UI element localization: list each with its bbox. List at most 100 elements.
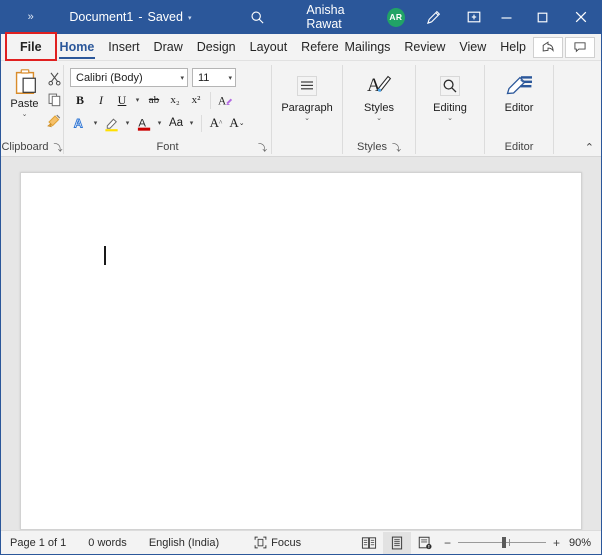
tab-design[interactable]: Design <box>190 34 243 60</box>
paste-button[interactable]: Paste ⌄ <box>5 67 45 130</box>
clear-formatting-button[interactable]: A <box>215 90 235 110</box>
comments-icon[interactable] <box>565 36 595 58</box>
bold-button[interactable]: B <box>70 90 90 110</box>
copy-icon <box>48 93 60 107</box>
styles-label-text: Styles <box>357 141 387 153</box>
tab-file[interactable]: File <box>9 34 53 60</box>
document-title[interactable]: Document1 - Saved ▾ <box>69 10 191 24</box>
shrink-font-button[interactable]: A ⌄ <box>227 113 247 133</box>
pen-ink-icon[interactable] <box>419 3 448 31</box>
underline-button[interactable]: U <box>112 90 132 110</box>
chevron-down-icon[interactable]: ▾ <box>132 90 143 110</box>
tab-draw[interactable]: Draw <box>147 34 190 60</box>
minimize-button[interactable] <box>488 0 524 34</box>
share-icon[interactable] <box>533 36 563 58</box>
clear-formatting-icon: A <box>217 95 232 107</box>
editing-label: Editing <box>433 102 467 114</box>
styles-button[interactable]: A Styles ⌄ <box>348 64 410 122</box>
editor-label-text: Editor <box>504 141 534 153</box>
editor-label: Editor <box>504 102 534 114</box>
format-painter-button[interactable] <box>45 111 64 130</box>
editing-button[interactable]: Editing ⌄ <box>419 64 481 122</box>
chevron-down-icon[interactable]: ▾ <box>122 113 133 133</box>
read-mode-button[interactable] <box>355 532 383 554</box>
chevron-down-icon[interactable]: ▾ <box>90 113 101 133</box>
font-size-combo[interactable]: 11 ▾ <box>192 68 236 87</box>
editor-button[interactable]: Editor <box>488 64 550 114</box>
chevron-down-icon[interactable]: ⌄ <box>22 111 28 118</box>
user-account[interactable]: Anisha Rawat AR <box>306 3 405 31</box>
chevron-down-icon[interactable]: ⌄ <box>447 115 453 122</box>
font-mini-divider-2 <box>201 114 202 132</box>
close-button[interactable] <box>561 0 601 34</box>
font-dialog-launcher[interactable]: ⤵ <box>258 141 267 154</box>
strikethrough-button[interactable]: ab <box>144 90 164 110</box>
chevron-down-icon[interactable]: ▾ <box>188 14 192 22</box>
italic-button[interactable]: I <box>91 90 111 110</box>
editor-group-label: Editor <box>485 138 553 156</box>
chevron-down-icon[interactable]: ⌄ <box>304 115 310 122</box>
ribbon-group-editor: Editor Editor <box>485 61 553 156</box>
zoom-out-button[interactable]: − <box>443 536 452 550</box>
zoom-in-button[interactable]: + <box>552 536 561 550</box>
paste-label: Paste <box>10 98 39 110</box>
styles-icon: A <box>365 69 393 99</box>
tab-insert[interactable]: Insert <box>101 34 146 60</box>
copy-button[interactable] <box>45 90 64 109</box>
avatar[interactable]: AR <box>386 7 405 27</box>
zoom-slider-thumb[interactable] <box>501 537 506 548</box>
styles-dialog-launcher[interactable]: ⤵ <box>392 141 401 154</box>
search-icon[interactable] <box>245 4 270 30</box>
font-name-combo[interactable]: Calibri (Body) ▾ <box>70 68 188 87</box>
quick-access-chevrons-icon[interactable]: » <box>13 2 47 32</box>
chevron-down-icon[interactable]: ▾ <box>154 113 165 133</box>
web-layout-button[interactable] <box>411 532 439 554</box>
scissors-icon <box>47 72 61 86</box>
paste-icon <box>15 69 36 94</box>
tab-help[interactable]: Help <box>493 34 533 60</box>
font-color-button[interactable]: A <box>134 113 154 133</box>
maximize-button[interactable] <box>525 0 561 34</box>
focus-icon <box>254 536 267 549</box>
ribbon-tab-bar: File Home Insert Draw Design Layout Refe… <box>1 32 601 61</box>
change-case-button[interactable]: Aa <box>166 113 186 133</box>
document-area[interactable] <box>1 157 601 530</box>
chevron-down-icon[interactable]: ▾ <box>180 74 184 82</box>
document-page[interactable] <box>20 172 582 530</box>
find-magnifier-icon <box>437 69 463 99</box>
restore-down-icon[interactable] <box>460 3 489 31</box>
ribbon-group-styles: A Styles ⌄ Styles ⤵ <box>343 61 415 156</box>
tab-mailings[interactable]: Mailings <box>338 34 398 60</box>
document-name: Document1 <box>69 10 134 24</box>
tab-layout[interactable]: Layout <box>243 34 295 60</box>
focus-button[interactable]: Focus <box>230 531 312 554</box>
print-layout-button[interactable] <box>382 531 411 554</box>
highlight-color-button[interactable] <box>102 113 122 133</box>
language-indicator[interactable]: English (India) <box>138 531 230 554</box>
superscript-button[interactable]: x² <box>186 90 206 110</box>
zoom-level[interactable]: 90% <box>569 537 601 549</box>
save-state: Saved <box>147 10 183 24</box>
grow-font-button[interactable]: A ^ <box>206 113 226 133</box>
text-effects-button[interactable]: A <box>70 113 90 133</box>
tab-home[interactable]: Home <box>53 34 102 60</box>
svg-text:A: A <box>138 117 146 129</box>
collapse-ribbon-button[interactable]: ⌃ <box>585 141 594 154</box>
format-painter-icon <box>47 114 61 127</box>
subscript-button[interactable]: x₂ <box>165 90 185 110</box>
font-name-value: Calibri (Body) <box>76 71 143 84</box>
tab-references[interactable]: References <box>294 34 337 60</box>
cut-button[interactable] <box>45 69 64 88</box>
tab-view[interactable]: View <box>452 34 493 60</box>
chevron-down-icon[interactable]: ▾ <box>228 74 232 82</box>
chevron-down-icon[interactable]: ▾ <box>186 113 197 133</box>
tab-review[interactable]: Review <box>397 34 452 60</box>
ribbon-tab-right-group <box>533 34 601 60</box>
paragraph-button[interactable]: Paragraph ⌄ <box>276 64 338 122</box>
chevron-down-icon[interactable]: ⌄ <box>376 115 382 122</box>
zoom-slider[interactable] <box>457 537 546 548</box>
word-count[interactable]: 0 words <box>77 531 138 554</box>
page-indicator[interactable]: Page 1 of 1 <box>1 531 77 554</box>
font-label-text: Font <box>156 141 179 153</box>
clipboard-dialog-launcher[interactable]: ⤵ <box>54 141 63 154</box>
